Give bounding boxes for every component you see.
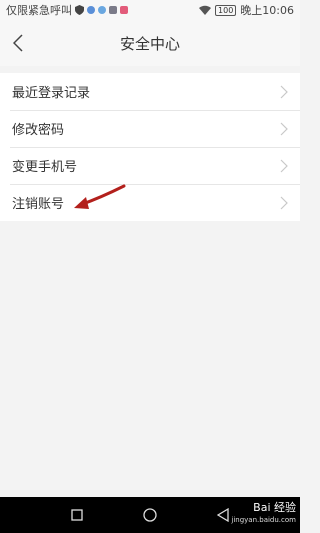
menu-item-change-phone[interactable]: 变更手机号 [0,147,300,184]
recent-apps-button[interactable] [69,507,85,523]
chevron-right-icon [280,159,288,173]
app-notification-icon [87,6,95,14]
shield-icon [75,5,84,15]
chevron-right-icon [280,196,288,210]
menu-item-deactivate-account[interactable]: 注销账号 [0,184,300,221]
page-title: 安全中心 [119,34,180,53]
chevron-right-icon [280,85,288,99]
triangle-back-icon [217,508,229,522]
chevron-left-icon [13,34,23,52]
menu-item-label: 注销账号 [12,197,65,212]
carrier-label: 仅限紧急呼叫 [6,4,72,17]
watermark: Bai 经验 jingyan.baidu.com [231,502,296,526]
status-left: 仅限紧急呼叫 [6,2,128,18]
status-right: 100 晚上10:06 [199,2,294,18]
menu-item-login-records[interactable]: 最近登录记录 [0,73,300,110]
menu-item-label: 修改密码 [12,123,65,138]
security-menu: 最近登录记录 修改密码 变更手机号 注销账号 [0,73,300,221]
square-icon [71,509,83,521]
back-nav-button[interactable] [215,507,231,523]
profile-icon [109,6,117,14]
menu-item-change-password[interactable]: 修改密码 [0,110,300,147]
menu-item-label: 最近登录记录 [12,86,91,101]
watermark-brand: Bai 经验 [253,501,296,514]
clock: 晚上10:06 [240,4,294,17]
back-button[interactable] [6,30,30,56]
bird-icon [98,6,106,14]
app-header: 安全中心 [0,20,300,66]
red-app-icon [120,6,128,14]
menu-item-label: 变更手机号 [12,160,78,175]
home-button[interactable] [142,507,158,523]
chevron-right-icon [280,122,288,136]
circle-icon [143,508,157,522]
battery-icon: 100 [215,4,237,16]
watermark-url: jingyan.baidu.com [231,516,296,524]
annotation-arrow-icon [74,184,126,209]
status-bar: 仅限紧急呼叫 100 晚上10:06 [0,0,300,20]
wifi-icon [199,5,212,15]
